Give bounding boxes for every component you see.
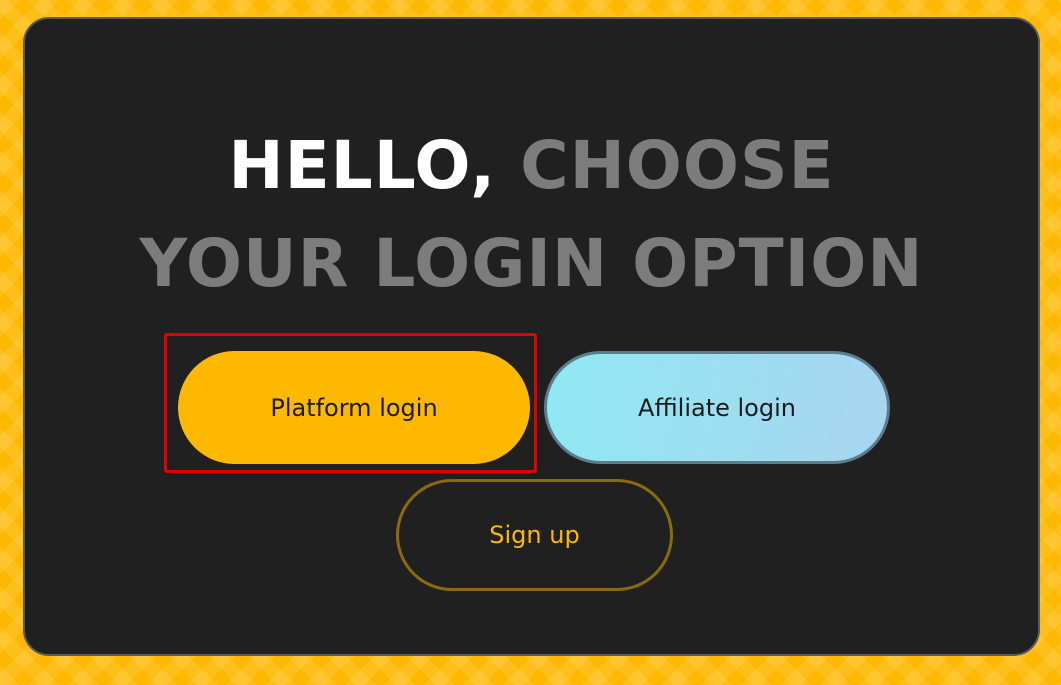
page-title: HELLO, CHOOSE YOUR LOGIN OPTION — [25, 117, 1038, 313]
sign-up-button[interactable]: Sign up — [396, 479, 673, 591]
title-choose: CHOOSE — [496, 127, 835, 204]
affiliate-login-button[interactable]: Affiliate login — [544, 351, 890, 464]
login-option-card: HELLO, CHOOSE YOUR LOGIN OPTION Platform… — [23, 17, 1040, 656]
platform-login-label: Platform login — [270, 393, 438, 422]
sign-up-label: Sign up — [489, 521, 580, 549]
title-hello: HELLO, — [228, 127, 497, 204]
affiliate-login-label: Affiliate login — [638, 393, 796, 422]
platform-login-button[interactable]: Platform login — [178, 351, 530, 464]
title-login-option: YOUR LOGIN OPTION — [139, 225, 924, 302]
